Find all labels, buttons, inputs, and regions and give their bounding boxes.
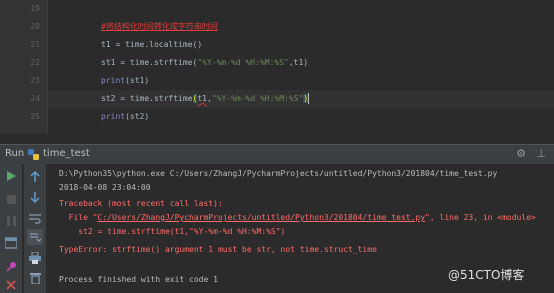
stop-icon: [6, 194, 16, 204]
console-command-line: D:\Python35\python.exe C:/Users/ZhangJ/P…: [59, 169, 498, 178]
line-number: 20: [30, 22, 40, 31]
process-finished-line: Process finished with exit code 1: [59, 275, 218, 284]
builtin-token: print: [101, 112, 126, 121]
line-number: 21: [30, 40, 40, 49]
code-token: st1 = time.strftime(: [101, 58, 198, 67]
stop-button[interactable]: [3, 191, 19, 207]
code-text: print(st2): [101, 108, 149, 126]
pause-icon: [6, 216, 16, 226]
code-text: t1 = time.localtime(): [101, 40, 203, 49]
code-editor[interactable]: 19 20 #将结构化时间转化成字符串时间 21 t1 = time.local…: [0, 0, 554, 134]
code-text: print(st1): [101, 72, 149, 90]
code-token: (st1): [125, 76, 150, 85]
line-number: 24: [30, 94, 40, 103]
current-code-line: 24 st2 = time.strftime(t1,"%Y-%m-%d %H:%…: [30, 90, 554, 108]
code-token: t1: [197, 94, 207, 103]
rerun-button[interactable]: [3, 168, 19, 184]
pin-icon: [6, 262, 16, 272]
code-line: 22 st1 = time.strftime("%Y-%m-%d %H:%M:%…: [30, 54, 554, 72]
close-icon: [6, 280, 16, 290]
builtin-token: print: [101, 76, 126, 85]
string-literal: "%Y-%m-%d %H:%M:%S": [197, 58, 289, 67]
console-toolbar: [24, 164, 46, 293]
code-line: 25 print(st2): [30, 108, 554, 126]
code-token: st2 = time.strftime: [101, 94, 193, 103]
traceback-file-line: File "C:/Users/ZhangJ/PycharmProjects/un…: [59, 212, 536, 224]
watermark: @51CTO博客: [448, 268, 525, 282]
comment-text: #将结构化时间转化成字符串时间: [101, 22, 218, 31]
arrow-up-icon: [30, 170, 40, 182]
run-tab-title[interactable]: time_test: [43, 148, 90, 159]
layout-icon: [5, 237, 17, 249]
text-caret: [308, 93, 310, 104]
code-area[interactable]: 19 20 #将结构化时间转化成字符串时间 21 t1 = time.local…: [30, 0, 554, 134]
code-text: st1 = time.strftime("%Y-%m-%d %H:%M:%S",…: [101, 54, 308, 72]
line-number: 22: [30, 58, 40, 67]
code-text: st2 = time.strftime(t1,"%Y-%m-%d %H:%M:%…: [101, 90, 310, 108]
trash-icon: [29, 273, 41, 284]
console-output-line: 2018-04-08 23:04:00: [59, 183, 151, 192]
string-literal: "%Y-%m-%d %H:%M:%S": [211, 94, 304, 103]
clear-all-button[interactable]: [27, 270, 43, 286]
traceback-file-prefix: File ": [59, 213, 98, 222]
soft-wrap-button[interactable]: [27, 210, 43, 226]
python-file-icon: [28, 149, 39, 160]
gear-icon[interactable]: ⚙: [516, 147, 526, 160]
code-token: t1): [293, 58, 309, 67]
code-line: 23 print(st1): [30, 72, 554, 90]
arrow-down-icon: [30, 191, 40, 203]
scroll-down-button[interactable]: [27, 189, 43, 205]
traceback-file-link[interactable]: C:/Users/ZhangJ/PycharmProjects/untitled…: [98, 213, 426, 222]
printer-icon: [29, 252, 41, 264]
pin-tab-button[interactable]: [3, 259, 19, 275]
scroll-up-button[interactable]: [27, 168, 43, 184]
run-toolbar: [0, 164, 22, 293]
close-run-button[interactable]: [3, 277, 19, 293]
line-number: 23: [30, 76, 40, 85]
scroll-end-icon: [30, 233, 41, 242]
pin-icon[interactable]: ⊥: [536, 147, 546, 160]
traceback-code-line: st2 = time.strftime(t1,"%Y-%m-%d %H:%M:%…: [59, 227, 286, 236]
print-button[interactable]: [27, 250, 43, 266]
line-number: 25: [30, 112, 40, 121]
wrap-icon: [29, 213, 41, 224]
line-number: 19: [30, 4, 40, 13]
code-token: (st2): [125, 112, 150, 121]
play-icon: [7, 171, 16, 181]
run-tool-window-header: Run time_test ⚙ ⊥: [0, 144, 554, 165]
dump-threads-button[interactable]: [3, 235, 19, 251]
traceback-file-suffix: ", line 23, in <module>: [425, 213, 536, 222]
pause-button[interactable]: [3, 213, 19, 229]
type-error-line: TypeError: strftime() argument 1 must be…: [59, 245, 377, 254]
code-line: 19: [30, 0, 554, 18]
traceback-header: Traceback (most recent call last):: [59, 199, 223, 208]
run-label: Run: [5, 148, 25, 159]
code-line: 20 #将结构化时间转化成字符串时间: [30, 18, 554, 36]
scroll-to-end-button[interactable]: [27, 229, 43, 245]
code-line: 21 t1 = time.localtime(): [30, 36, 554, 54]
